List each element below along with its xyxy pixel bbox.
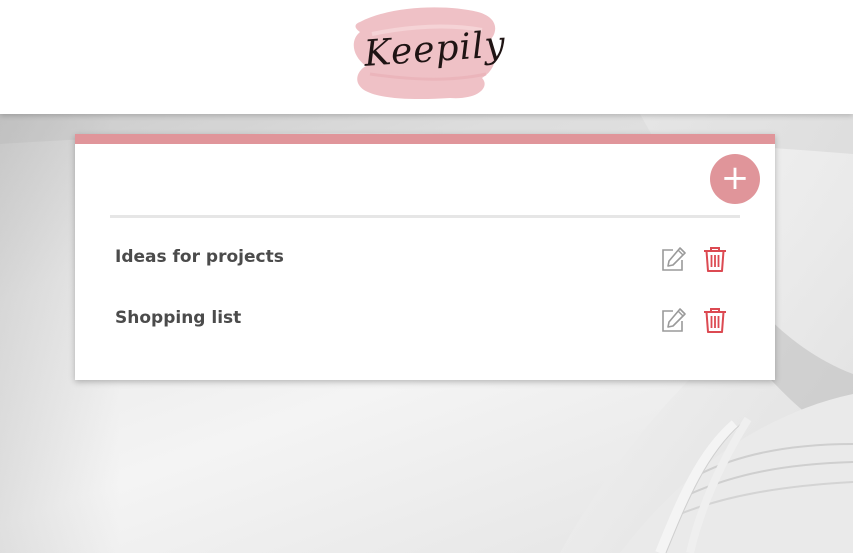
note-item[interactable]: Shopping list (110, 299, 740, 339)
divider (110, 215, 740, 218)
app-header: Keepily (0, 0, 853, 114)
note-item[interactable]: Ideas for projects (110, 238, 740, 278)
trash-icon[interactable] (702, 306, 728, 334)
note-title: Ideas for projects (115, 247, 284, 267)
trash-icon[interactable] (702, 245, 728, 273)
pencil-edit-icon[interactable] (659, 245, 687, 273)
note-title: Shopping list (115, 308, 242, 328)
notes-card: + Ideas for projects Shopping list (75, 134, 775, 380)
pencil-edit-icon[interactable] (659, 306, 687, 334)
plus-icon: + (720, 158, 750, 198)
keepily-logo[interactable]: Keepily (350, 4, 507, 104)
add-note-button[interactable]: + (710, 154, 760, 204)
logo-text: Keepily (362, 24, 508, 75)
